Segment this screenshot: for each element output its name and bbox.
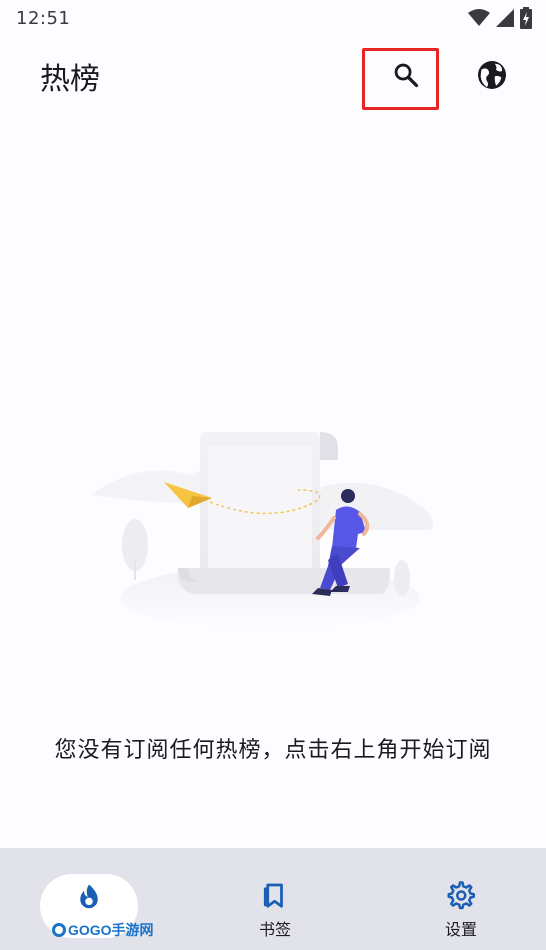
globe-icon xyxy=(478,61,506,89)
watermark-mark xyxy=(52,923,66,937)
gear-icon xyxy=(447,881,475,910)
watermark-text: GOGO手游网 xyxy=(68,922,154,938)
signal-icon xyxy=(496,9,514,27)
battery-icon xyxy=(520,7,532,29)
search-icon xyxy=(394,63,419,88)
wifi-icon xyxy=(468,9,490,26)
empty-state-message: 您没有订阅任何热榜，点击右上角开始订阅 xyxy=(54,738,492,763)
nav-item-bookmarks[interactable]: 书签 xyxy=(210,848,340,950)
nav-item-settings[interactable]: 设置 xyxy=(396,848,526,950)
status-bar: 12:51 xyxy=(0,0,546,36)
app-bar: 热榜 xyxy=(0,36,546,116)
watermark-logo: GOGO手游网 xyxy=(52,918,154,942)
nav-label-settings: 设置 xyxy=(444,920,477,939)
empty-subscription-illustration xyxy=(90,432,434,630)
page-title: 热榜 xyxy=(40,62,100,97)
nav-label-bookmarks: 书签 xyxy=(258,920,291,939)
bookmark-icon xyxy=(263,883,283,908)
status-icons xyxy=(468,7,532,29)
status-time: 12:51 xyxy=(16,7,71,29)
flame-icon xyxy=(80,884,98,909)
search-button[interactable] xyxy=(378,47,434,103)
globe-button[interactable] xyxy=(464,47,520,103)
